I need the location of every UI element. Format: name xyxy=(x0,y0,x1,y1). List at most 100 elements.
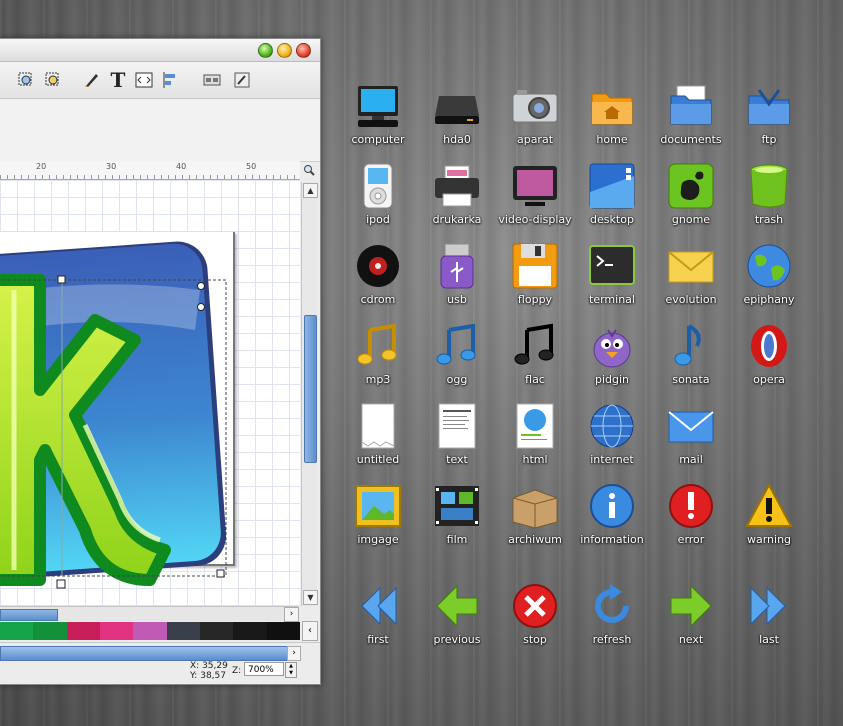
desktop-icon-epiphany[interactable]: epiphany xyxy=(730,242,808,318)
desktop-icon-label: flac xyxy=(525,373,545,386)
desktop-icon-mp3[interactable]: mp3 xyxy=(339,322,417,398)
desktop-icon-video-display[interactable]: video-display xyxy=(496,162,574,238)
desktop-icon-trash[interactable]: trash xyxy=(730,162,808,238)
palette-swatch[interactable] xyxy=(33,622,67,640)
palette-swatch[interactable] xyxy=(133,622,167,640)
zoom-selection-icon[interactable] xyxy=(16,70,36,90)
desktop-icon-aparat[interactable]: aparat xyxy=(496,82,574,158)
desktop-icon-label: untitled xyxy=(356,453,400,466)
preferences-icon[interactable] xyxy=(232,70,252,90)
pidgin-bird-icon xyxy=(588,322,636,370)
desktop-icon-label: internet xyxy=(590,453,634,466)
desktop-icon-error[interactable]: error xyxy=(652,482,730,558)
mail-icon xyxy=(667,402,715,450)
desktop-icon-text[interactable]: text xyxy=(418,402,496,478)
desktop-icon-label: information xyxy=(580,533,644,546)
ruler-tick-label: 30 xyxy=(106,162,117,171)
palette-swatch[interactable] xyxy=(199,622,234,640)
color-palette[interactable] xyxy=(0,622,300,640)
horizontal-ruler[interactable]: 20 30 40 50 xyxy=(0,161,300,180)
desktop-icon-archiwum[interactable]: archiwum xyxy=(496,482,574,558)
drawing-canvas[interactable] xyxy=(0,180,300,606)
video-display-icon xyxy=(511,162,559,210)
film-icon xyxy=(433,482,481,530)
horizontal-scroll-thumb[interactable] xyxy=(0,609,58,621)
desktop-icon-sonata[interactable]: sonata xyxy=(652,322,730,398)
vertical-scroll-thumb[interactable] xyxy=(304,315,317,463)
zoom-icon[interactable] xyxy=(303,164,315,176)
desktop-icon-pidgin[interactable]: pidgin xyxy=(573,322,651,398)
desktop-icon-label: desktop xyxy=(590,213,634,226)
desktop-icon-label: warning xyxy=(746,533,792,546)
desktop-icon-desktop[interactable]: desktop xyxy=(573,162,651,238)
palette-swatch[interactable] xyxy=(0,622,34,640)
palette-swatch[interactable] xyxy=(166,622,200,640)
scroll-down-icon[interactable]: ▼ xyxy=(303,590,318,605)
desktop-icon-usb[interactable]: usb xyxy=(418,242,496,318)
desktop-icon-drukarka[interactable]: drukarka xyxy=(418,162,496,238)
desktop-icon-untitled[interactable]: untitled xyxy=(339,402,417,478)
desktop-icon-imgage[interactable]: imgage xyxy=(339,482,417,558)
archive-box-icon xyxy=(511,482,559,530)
xml-editor-icon[interactable] xyxy=(134,70,154,90)
desktop-icon-home[interactable]: home xyxy=(573,82,651,158)
desktop-icon-information[interactable]: information xyxy=(573,482,651,558)
desktop-icon-previous[interactable]: previous xyxy=(418,582,496,658)
maximize-button[interactable] xyxy=(258,43,273,58)
zoom-spinner[interactable]: ▲ ▼ xyxy=(285,662,297,678)
scroll-right-icon[interactable]: › xyxy=(284,607,299,622)
desktop-icon-refresh[interactable]: refresh xyxy=(573,582,651,658)
palette-swatch[interactable] xyxy=(266,622,300,640)
desktop-icon-first[interactable]: first xyxy=(339,582,417,658)
horizontal-scrollbar[interactable]: › xyxy=(0,606,299,622)
terminal-icon xyxy=(588,242,636,290)
desktop-icon-flac[interactable]: flac xyxy=(496,322,574,398)
printer-icon xyxy=(433,162,481,210)
desktop-icon-label: pidgin xyxy=(594,373,630,386)
vertical-scrollbar[interactable]: ▲ ▼ xyxy=(301,182,318,606)
desktop-icon-floppy[interactable]: floppy xyxy=(496,242,574,318)
desktop-icon-html[interactable]: html xyxy=(496,402,574,478)
palette-scroll-icon[interactable]: ‹ xyxy=(302,621,318,641)
desktop-icon-last[interactable]: last xyxy=(730,582,808,658)
desktop-icon-opera[interactable]: opera xyxy=(730,322,808,398)
desktop-icon-stop[interactable]: stop xyxy=(496,582,574,658)
desktop-icon-label: documents xyxy=(660,133,722,146)
desktop-icon-label: mp3 xyxy=(365,373,391,386)
zoom-field[interactable]: 700% xyxy=(244,662,284,676)
y-label: Y: xyxy=(190,671,198,681)
status-scroll-icon[interactable]: › xyxy=(287,646,301,661)
desktop-icon-evolution[interactable]: evolution xyxy=(652,242,730,318)
last-arrow-icon xyxy=(745,582,793,630)
desktop-icon-hda0[interactable]: hda0 xyxy=(418,82,496,158)
palette-swatch[interactable] xyxy=(233,622,267,640)
palette-swatch[interactable] xyxy=(99,622,134,640)
desktop-icon-documents[interactable]: documents xyxy=(652,82,730,158)
ruler-tick-label: 40 xyxy=(176,162,187,171)
desktop-icon-ftp[interactable]: ftp xyxy=(730,82,808,158)
desktop-icon-next[interactable]: next xyxy=(652,582,730,658)
close-button[interactable] xyxy=(296,43,311,58)
desktop-icon-ogg[interactable]: ogg xyxy=(418,322,496,398)
desktop-icon-gnome[interactable]: gnome xyxy=(652,162,730,238)
desktop-icon-mail[interactable]: mail xyxy=(652,402,730,478)
text-tool-icon[interactable]: T xyxy=(108,68,128,92)
desktop-icon-warning[interactable]: warning xyxy=(730,482,808,558)
scroll-up-icon[interactable]: ▲ xyxy=(303,183,318,198)
desktop-icon-label: usb xyxy=(447,293,467,306)
desktop-icon-label: ipod xyxy=(366,213,390,226)
palette-swatch[interactable] xyxy=(66,622,100,640)
align-icon[interactable] xyxy=(160,70,180,90)
minimize-button[interactable] xyxy=(277,43,292,58)
desktop-icon-computer[interactable]: computer xyxy=(339,82,417,158)
desktop-icon-ipod[interactable]: ipod xyxy=(339,162,417,238)
desktop-icon-cdrom[interactable]: cdrom xyxy=(339,242,417,318)
pen-icon[interactable] xyxy=(82,70,102,90)
desktop-icon-label: aparat xyxy=(516,133,554,146)
desktop-icon-internet[interactable]: internet xyxy=(573,402,651,478)
zoom-drawing-icon[interactable] xyxy=(43,70,63,90)
desktop-icon-film[interactable]: film xyxy=(418,482,496,558)
dialog-icon[interactable] xyxy=(202,70,222,90)
desktop-icon-terminal[interactable]: terminal xyxy=(573,242,651,318)
title-bar[interactable] xyxy=(0,39,320,62)
